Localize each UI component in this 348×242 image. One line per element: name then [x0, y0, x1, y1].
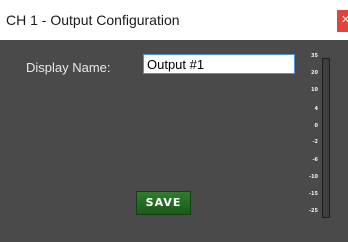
display-name-input[interactable] [143, 54, 295, 74]
window-title: CH 1 - Output Configuration [6, 12, 180, 28]
meter-tick: 10 [311, 87, 318, 93]
meter-tick: -15 [308, 191, 318, 197]
title-bar[interactable]: CH 1 - Output Configuration ✕ [0, 0, 348, 40]
display-name-label: Display Name: [26, 60, 111, 75]
level-meter: 35 20 10 4 0 -2 -6 -10 -15 -25 [298, 50, 338, 220]
meter-tick: 4 [314, 106, 318, 112]
meter-tick: 20 [311, 70, 318, 76]
meter-tick: -10 [308, 174, 318, 180]
meter-tick: -6 [312, 157, 318, 163]
save-button[interactable]: SAVE [136, 191, 191, 215]
level-meter-bar [322, 58, 330, 218]
config-panel: Display Name: SAVE 35 20 10 4 0 -2 -6 -1… [0, 40, 348, 242]
output-config-window: CH 1 - Output Configuration ✕ Display Na… [0, 0, 348, 242]
meter-tick: 0 [314, 123, 318, 129]
close-button[interactable]: ✕ [337, 10, 348, 32]
close-icon: ✕ [341, 13, 348, 26]
meter-tick: -25 [308, 208, 318, 214]
meter-tick: -2 [312, 139, 318, 145]
meter-tick: 35 [311, 53, 318, 59]
